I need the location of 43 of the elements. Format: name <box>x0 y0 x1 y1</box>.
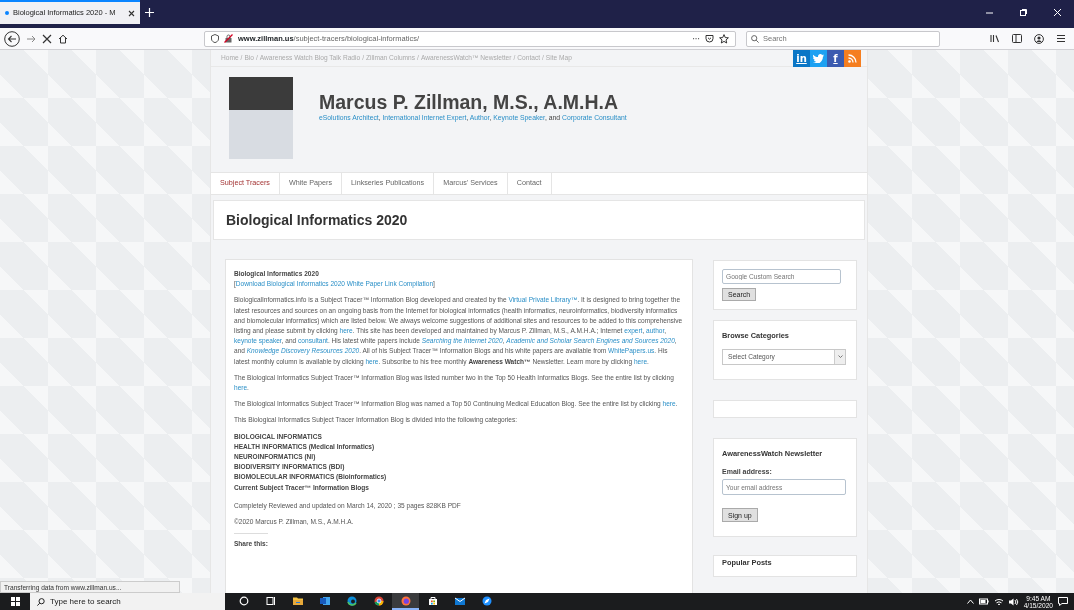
pocket-shape-icon[interactable] <box>705 34 714 43</box>
shopping-bag-icon <box>427 595 438 606</box>
account-icon[interactable] <box>1034 33 1044 44</box>
social-link[interactable]: in <box>793 50 810 67</box>
new-tab-icon[interactable] <box>144 7 154 17</box>
notification-icon[interactable] <box>1058 597 1068 606</box>
home-icon[interactable] <box>58 33 68 44</box>
stop-icon[interactable] <box>42 33 52 44</box>
dot-icon <box>5 11 9 15</box>
document-app-icon <box>319 595 330 606</box>
battery-icon[interactable] <box>978 598 989 605</box>
taskbar-search-field[interactable]: Type here to search <box>30 593 225 610</box>
compass-icon <box>481 595 492 606</box>
social-link[interactable]: f <box>827 50 844 67</box>
crossed-lock-icon <box>224 34 233 43</box>
sidebar-icon[interactable] <box>1012 34 1022 43</box>
search-icon <box>751 34 759 43</box>
round-browser-icon <box>373 595 384 606</box>
fox-browser-icon <box>400 595 411 606</box>
menu-icon[interactable] <box>1056 34 1066 43</box>
social-link[interactable] <box>844 50 861 67</box>
caret-up-icon[interactable] <box>966 599 974 604</box>
rss-icon <box>848 53 857 63</box>
close-icon[interactable] <box>128 9 135 17</box>
back-icon[interactable] <box>4 30 20 47</box>
site-title: Marcus P. Zillman, M.S., A.M.H.A <box>319 91 620 113</box>
search-icon <box>37 598 45 606</box>
restore-icon[interactable] <box>1018 7 1028 17</box>
shield-icon <box>211 34 219 43</box>
social-link[interactable] <box>810 50 827 67</box>
library-icon[interactable] <box>990 34 1000 43</box>
star-icon[interactable] <box>719 33 729 44</box>
wifi-icon[interactable] <box>993 597 1004 606</box>
forward-icon[interactable] <box>26 33 36 44</box>
speaker-icon[interactable] <box>1008 597 1019 606</box>
task-view-icon <box>265 595 276 606</box>
windows-logo-icon[interactable] <box>10 597 20 606</box>
folder-icon <box>292 595 303 606</box>
circle-icon <box>238 595 249 606</box>
envelope-icon <box>454 595 465 606</box>
bird-icon <box>813 53 824 63</box>
page-title: Biological Informatics 2020 <box>226 211 408 229</box>
chevron-down-icon <box>837 355 843 359</box>
